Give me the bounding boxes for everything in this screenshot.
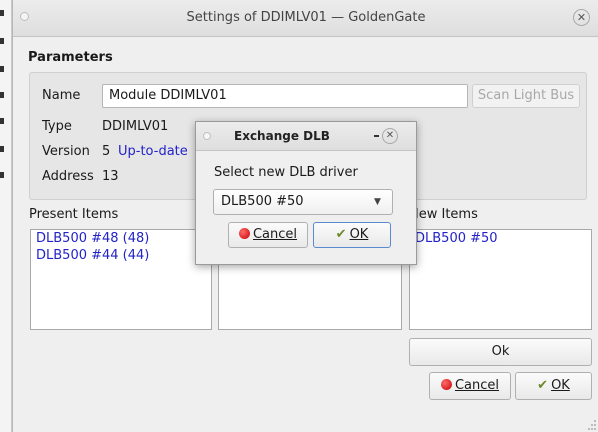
ok-button[interactable]: ✔ OK (515, 372, 592, 400)
stop-icon (238, 228, 250, 239)
new-items-list[interactable]: DLB500 #50 (409, 229, 592, 330)
ok-check-icon: ✔ (537, 378, 549, 393)
close-icon[interactable]: ✕ (573, 9, 590, 26)
present-items-label: Present Items (29, 207, 119, 222)
dlb-driver-select[interactable]: DLB500 #50 ▼ (213, 189, 393, 215)
dialog-prompt: Select new DLB driver (214, 165, 358, 180)
exchange-dlb-dialog: Exchange DLB ✕ Select new DLB driver DLB… (195, 121, 417, 265)
new-items-label: New Items (409, 207, 478, 222)
dialog-title-bar: Exchange DLB ✕ (196, 122, 416, 151)
dialog-menu-icon[interactable] (203, 132, 211, 140)
scan-light-bus-button[interactable]: Scan Light Bus (472, 84, 580, 108)
resize-grip-icon[interactable] (585, 420, 597, 430)
list-item[interactable]: DLB500 #48 (48) (31, 230, 211, 247)
ok-label: OK (551, 378, 570, 393)
ok-wide-button[interactable]: Ok (409, 338, 592, 366)
address-value: 13 (102, 169, 119, 184)
version-status-link[interactable]: Up-to-date (118, 144, 188, 159)
list-item[interactable]: DLB500 #50 (410, 230, 591, 247)
cancel-label: Cancel (454, 378, 500, 393)
address-label: Address (42, 169, 94, 184)
dialog-cancel-button[interactable]: Cancel (228, 222, 308, 248)
parameters-heading: Parameters (28, 50, 113, 65)
type-value: DDIMLV01 (102, 119, 169, 134)
dialog-title: Exchange DLB (234, 129, 330, 143)
background-window-edge (0, 0, 12, 432)
chevron-down-icon: ▼ (374, 197, 381, 207)
dlb-driver-selected: DLB500 #50 (221, 194, 304, 209)
list-item[interactable]: DLB500 #44 (44) (31, 247, 211, 264)
dialog-ok-label: OK (349, 227, 369, 242)
dialog-cancel-label: Cancel (252, 227, 298, 242)
dialog-close-icon[interactable]: ✕ (382, 128, 398, 144)
minimize-icon[interactable] (374, 135, 379, 137)
stop-icon (440, 379, 452, 390)
window-title: Settings of DDIMLV01 — GoldenGate (186, 10, 426, 25)
name-label: Name (42, 88, 81, 103)
version-value: 5 (102, 144, 111, 159)
type-label: Type (42, 119, 72, 134)
cancel-button[interactable]: Cancel (429, 372, 511, 400)
ok-check-icon: ✔ (335, 227, 347, 242)
title-bar: Settings of DDIMLV01 — GoldenGate ✕ (13, 0, 598, 37)
dialog-ok-button[interactable]: ✔ OK (313, 222, 391, 248)
version-label: Version (42, 144, 90, 159)
present-items-list[interactable]: DLB500 #48 (48) DLB500 #44 (44) (30, 229, 212, 330)
name-field[interactable]: Module DDIMLV01 (102, 84, 468, 108)
